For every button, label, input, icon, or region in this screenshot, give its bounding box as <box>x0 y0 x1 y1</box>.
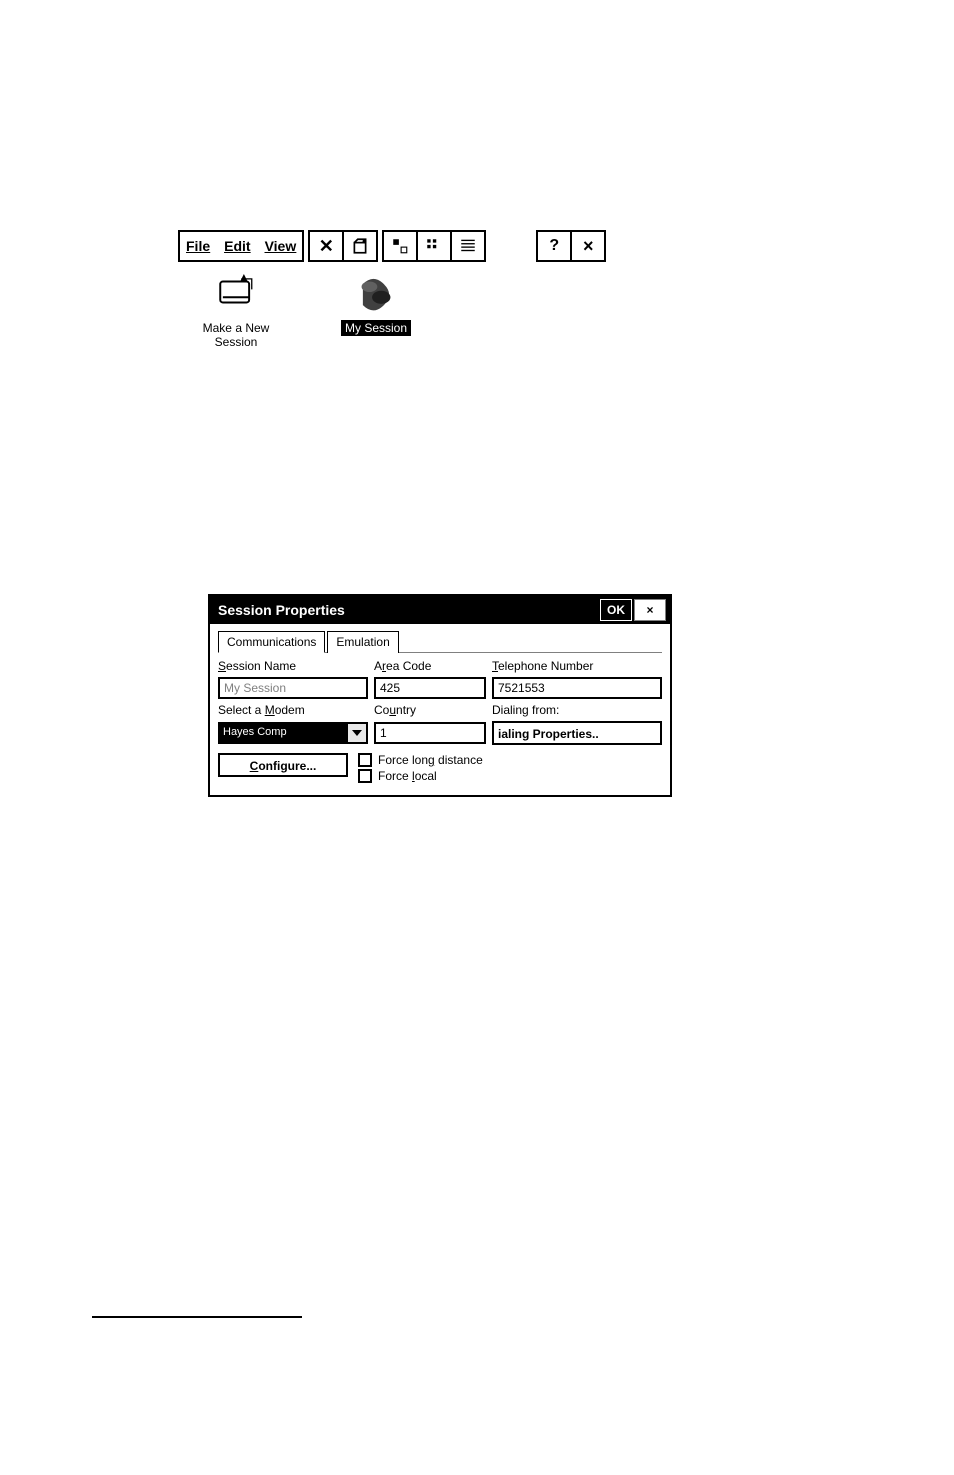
toolbar-group-edit: ✕ <box>308 230 378 262</box>
configure-button[interactable]: Configure... <box>218 753 348 777</box>
small-icons-icon <box>425 237 443 255</box>
icon-label-new-session: Make a New Session <box>186 320 286 350</box>
dialog-title: Session Properties <box>218 602 345 618</box>
dialing-properties-button[interactable]: ialing Properties.. <box>492 721 662 745</box>
label-area-code: Area Code <box>374 659 486 673</box>
modem-select[interactable]: Hayes Comp <box>218 722 368 744</box>
large-icons-icon <box>391 237 409 255</box>
dialog-titlebar: Session Properties OK × <box>210 596 670 624</box>
session-properties-dialog: Session Properties OK × Communications E… <box>208 594 672 797</box>
footer-divider <box>92 1316 302 1318</box>
label-telephone: Telephone Number <box>492 659 662 673</box>
details-button[interactable] <box>452 232 484 260</box>
label-country: Country <box>374 703 486 717</box>
delete-button[interactable]: ✕ <box>310 232 342 260</box>
dialog-body: Communications Emulation Session Name Ar… <box>210 624 670 795</box>
check-force-long-distance[interactable]: Force long distance <box>358 753 483 767</box>
bottom-row: Configure... Force long distance Force l… <box>218 753 662 783</box>
check-label-local: Force local <box>378 769 437 783</box>
toolbar: File Edit View ✕ <box>178 230 712 260</box>
explorer-window: File Edit View ✕ <box>178 230 712 350</box>
checkbox-icon <box>358 753 372 767</box>
details-icon <box>459 237 477 255</box>
new-session-icon <box>212 268 260 316</box>
icon-my-session[interactable]: My Session <box>326 268 426 350</box>
area-code-field[interactable] <box>374 677 486 699</box>
toolbar-group-window: ? × <box>536 230 606 262</box>
my-session-icon <box>352 268 400 316</box>
dialog-tabs: Communications Emulation <box>218 630 662 653</box>
toolbar-group-view <box>382 230 486 262</box>
check-force-local[interactable]: Force local <box>358 769 483 783</box>
menu-edit[interactable]: Edit <box>224 238 250 254</box>
help-button[interactable]: ? <box>538 232 570 260</box>
x-icon: ✕ <box>319 236 334 257</box>
checkbox-icon <box>358 769 372 783</box>
close-button[interactable]: × <box>572 232 604 260</box>
small-icons-button[interactable] <box>418 232 450 260</box>
dialog-close-button[interactable]: × <box>634 599 666 621</box>
form-grid: Session Name Area Code Telephone Number … <box>218 659 662 745</box>
session-name-field[interactable] <box>218 677 368 699</box>
checkbox-group: Force long distance Force local <box>358 753 483 783</box>
icon-label-my-session: My Session <box>341 320 411 336</box>
icon-view: Make a New Session My Session <box>178 268 712 350</box>
properties-button[interactable] <box>344 232 376 260</box>
check-label-long: Force long distance <box>378 753 483 767</box>
menu-view[interactable]: View <box>265 238 297 254</box>
modem-select-value: Hayes Comp <box>220 724 347 742</box>
icon-new-session[interactable]: Make a New Session <box>186 268 286 350</box>
menu-bar: File Edit View <box>178 230 304 262</box>
close-icon: × <box>583 236 594 257</box>
close-icon: × <box>646 603 653 617</box>
label-dialing-from: Dialing from: <box>492 703 662 717</box>
tab-communications[interactable]: Communications <box>218 631 325 653</box>
label-session-name: Session Name <box>218 659 368 673</box>
telephone-field[interactable] <box>492 677 662 699</box>
chevron-down-icon <box>347 724 366 742</box>
properties-icon <box>351 237 369 255</box>
large-icons-button[interactable] <box>384 232 416 260</box>
tab-emulation[interactable]: Emulation <box>327 631 398 653</box>
country-field[interactable] <box>374 722 486 744</box>
label-select-modem: Select a Modem <box>218 703 368 717</box>
menu-file[interactable]: File <box>186 238 210 254</box>
help-icon: ? <box>549 237 559 255</box>
dialog-ok-button[interactable]: OK <box>600 599 632 621</box>
